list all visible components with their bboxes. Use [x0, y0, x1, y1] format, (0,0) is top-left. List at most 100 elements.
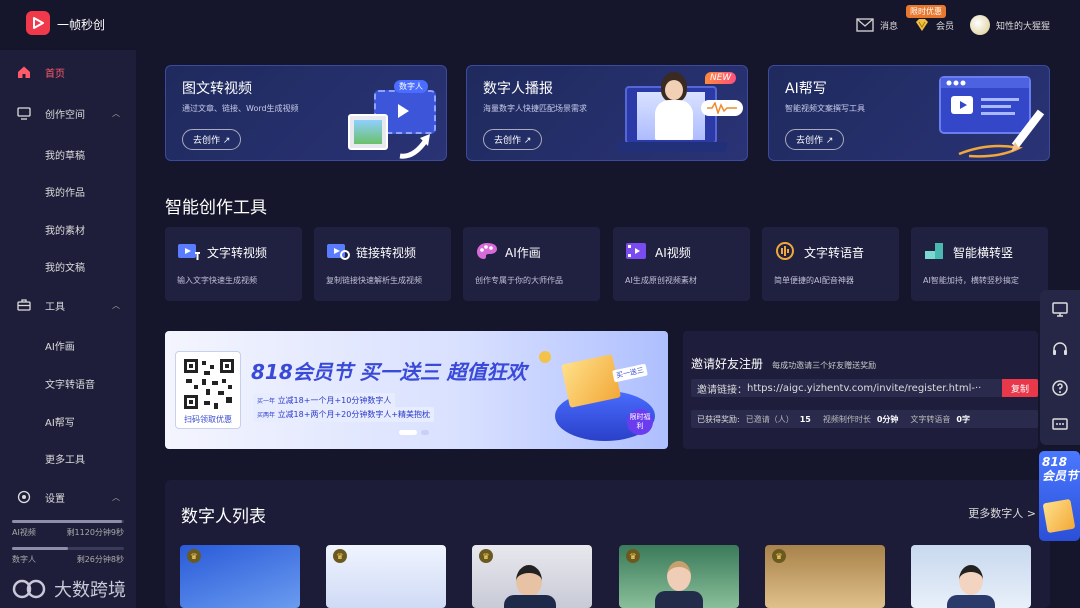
feature-card-title: 图文转视频	[182, 81, 252, 97]
create-button[interactable]: 去创作 ↗	[182, 129, 242, 150]
quota-name: 数字人	[12, 555, 36, 564]
new-badge: NEW	[705, 72, 737, 84]
digital-human-card[interactable]: ♛	[180, 545, 300, 608]
sidebar-item-workspace[interactable]: 创作空间 ︿	[0, 98, 136, 128]
monitor-icon	[17, 107, 31, 120]
app-title[interactable]: 一帧秒创	[57, 16, 105, 33]
create-button[interactable]: 去创作 ↗	[483, 129, 543, 150]
sidebar: 首页 创作空间 ︿ 我的草稿 我的作品 我的素材 我的文稿 工具 ︿ AI作画 …	[0, 50, 136, 608]
member-button[interactable]: 限时优惠 会员	[905, 5, 954, 32]
rotate-screen-icon	[925, 243, 943, 259]
tts-label: 文字转语音	[910, 414, 951, 424]
digital-human-card[interactable]: ♛	[765, 545, 885, 608]
reward-label: 已获得奖励:	[697, 414, 740, 424]
video-duration-value: 0分钟	[876, 414, 899, 424]
monitor-icon[interactable]	[1051, 300, 1069, 318]
vip-crown-icon: ♛	[187, 549, 201, 563]
sidebar-item-ai-painting[interactable]: AI作画	[0, 330, 136, 360]
help-icon[interactable]	[1051, 379, 1069, 397]
palette-icon	[477, 243, 497, 259]
tool-name: 文字转视频	[207, 246, 268, 260]
more-digital-humans-link[interactable]: 更多数字人 >	[968, 505, 1036, 521]
tool-ai-video[interactable]: AI视频 AI生成原创视频素材	[613, 227, 750, 301]
sidebar-item-settings[interactable]: 设置 ︿	[0, 482, 136, 512]
sidebar-item-label: 我的文稿	[45, 262, 85, 274]
qr-code	[182, 357, 236, 411]
logo-icon[interactable]	[26, 11, 50, 35]
sidebar-item-scripts[interactable]: 我的文稿	[0, 251, 136, 281]
invite-link[interactable]: https://aigc.yizhentv.com/invite/registe…	[747, 383, 981, 394]
chevron-up-icon[interactable]: ︿	[112, 300, 120, 311]
invited-label: 已邀请（人）	[745, 414, 794, 424]
user-menu[interactable]: 知性的大猩猩	[969, 15, 1050, 35]
page-dot-active[interactable]	[399, 430, 417, 435]
quota-name: AI视频	[12, 528, 36, 537]
tool-link-to-video[interactable]: 链接转视频 复制链接快速解析生成视频	[314, 227, 451, 301]
invite-link-row: 邀请链接： https://aigc.yizhentv.com/invite/r…	[691, 379, 1038, 397]
invite-panel: 邀请好友注册 每成功邀请三个好友赠送奖励 邀请链接： https://aigc.…	[683, 331, 1038, 449]
chevron-up-icon[interactable]: ︿	[112, 108, 120, 119]
digital-human-card[interactable]: ♛	[326, 545, 446, 608]
sidebar-item-drafts[interactable]: 我的草稿	[0, 139, 136, 169]
chat-icon[interactable]	[1051, 416, 1069, 434]
sidebar-item-works[interactable]: 我的作品	[0, 176, 136, 206]
text-video-icon	[178, 244, 200, 260]
sidebar-item-label: AI帮写	[45, 417, 75, 429]
list-title: 数字人列表	[181, 507, 266, 527]
digital-human-suit	[947, 595, 995, 608]
member-label: 会员	[935, 21, 954, 32]
qr-code-box[interactable]: 扫码领取优惠	[175, 351, 241, 429]
sidebar-item-home[interactable]: 首页	[0, 57, 136, 87]
digital-human-card[interactable]	[911, 545, 1031, 608]
sidebar-item-label: 我的作品	[45, 187, 85, 199]
feature-card-illustration: NEW	[617, 72, 747, 162]
feature-card-title: 数字人播报	[483, 81, 553, 97]
copy-button[interactable]: 复制	[1002, 379, 1038, 397]
sidebar-item-ai-writer[interactable]: AI帮写	[0, 406, 136, 436]
sidebar-item-tts[interactable]: 文字转语音	[0, 368, 136, 398]
offer-prefix: 买两年	[257, 412, 276, 419]
digital-human-card[interactable]: ♛	[619, 545, 739, 608]
tool-ai-painting[interactable]: AI作画 创作专属于你的大师作品	[463, 227, 600, 301]
page-dot[interactable]	[421, 430, 429, 435]
sidebar-item-more-tools[interactable]: 更多工具	[0, 443, 136, 473]
promo-banner[interactable]: 扫码领取优惠 818会员节 买一送三 超值狂欢 买一年 立减18+一个月+10分…	[165, 331, 668, 449]
sidebar-item-label: 首页	[45, 68, 65, 80]
tool-text-to-video[interactable]: 文字转视频 输入文字快速生成视频	[165, 227, 302, 301]
tool-desc: 输入文字快速生成视频	[177, 276, 257, 285]
sidebar-item-label: AI作画	[45, 341, 75, 353]
quota-remaining: 剩26分钟8秒	[76, 555, 124, 564]
headset-icon[interactable]	[1051, 340, 1069, 358]
feature-card-ai-writer[interactable]: AI帮写 智能视频文案撰写工具 去创作 ↗	[768, 65, 1050, 161]
tool-text-to-speech[interactable]: 文字转语音 简单便捷的AI配音神器	[762, 227, 899, 301]
invite-rewards-row: 已获得奖励: 已邀请（人） 15 视频制作时长 0分钟 文字转语音 0字	[691, 410, 1038, 428]
feature-card-image-to-video[interactable]: 图文转视频 通过文章、链接、Word生成视频 去创作 ↗ 数字人	[165, 65, 447, 161]
feature-card-digital-human[interactable]: 数字人播报 海量数字人快捷匹配场景需求 去创作 ↗ NEW	[466, 65, 748, 161]
sidebar-item-label: 创作空间	[45, 109, 85, 121]
digital-human-portrait	[667, 561, 691, 591]
quota-digital-human: 数字人 剩26分钟8秒	[12, 547, 124, 565]
sidebar-item-tools[interactable]: 工具 ︿	[0, 290, 136, 320]
sidebar-item-label: 文字转语音	[45, 379, 95, 391]
side-promo-banner[interactable]: 818会员节	[1039, 451, 1080, 541]
invite-title-text: 邀请好友注册	[691, 357, 764, 371]
vip-crown-icon: ♛	[772, 549, 786, 563]
chevron-up-icon[interactable]: ︿	[112, 492, 120, 503]
tool-landscape-to-portrait[interactable]: 智能横转竖 AI智能加持，横转竖秒搞定	[911, 227, 1048, 301]
digital-human-card[interactable]: ♛	[472, 545, 592, 608]
messages-button[interactable]: 消息	[856, 18, 898, 32]
mail-icon	[856, 18, 874, 32]
promo-badge: 限时优惠	[905, 5, 946, 18]
create-button[interactable]: 去创作 ↗	[785, 129, 845, 150]
sidebar-item-assets[interactable]: 我的素材	[0, 214, 136, 244]
quota-ai-video: AI视频 剩1120分钟9秒	[12, 520, 124, 538]
banner-pagination[interactable]	[399, 430, 429, 435]
tts-value: 0字	[956, 414, 970, 424]
invite-title: 邀请好友注册 每成功邀请三个好友赠送奖励	[691, 353, 876, 372]
sidebar-item-label: 工具	[45, 301, 65, 313]
tool-desc: AI生成原创视频素材	[625, 276, 697, 285]
floating-toolbar	[1040, 290, 1080, 445]
digital-human-suit	[504, 595, 556, 608]
tool-name: 智能横转竖	[953, 246, 1014, 260]
quota-bar	[12, 547, 124, 550]
